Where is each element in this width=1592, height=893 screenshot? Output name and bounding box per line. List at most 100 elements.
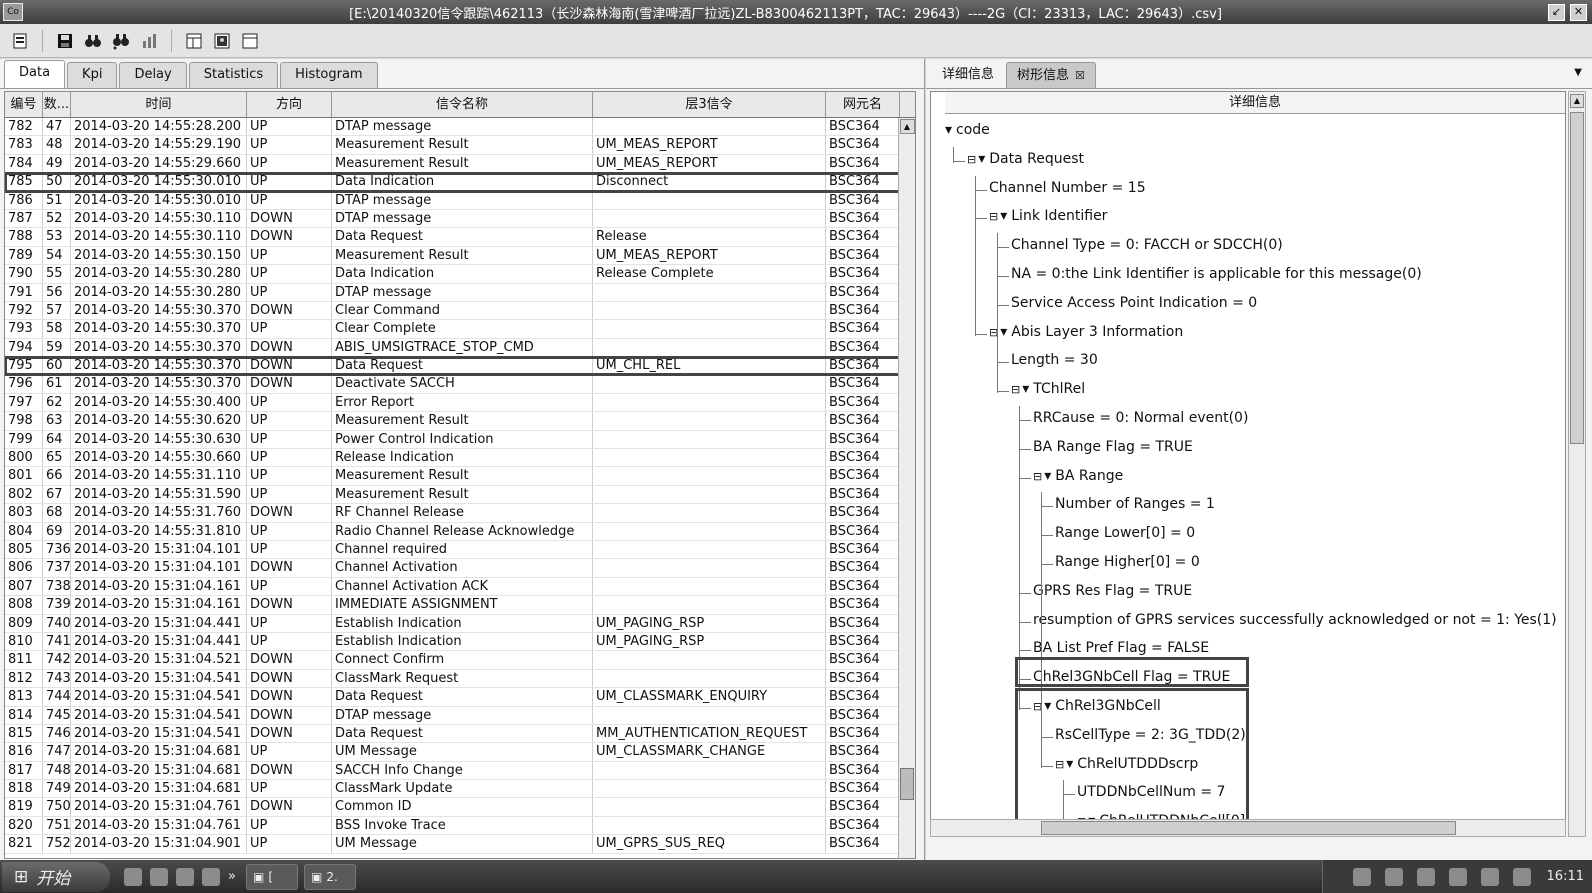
expand-arrow-icon[interactable]: ▾ bbox=[1044, 468, 1051, 484]
tree-node[interactable]: ▾ code bbox=[945, 122, 990, 138]
scroll-thumb[interactable] bbox=[1041, 821, 1456, 835]
tray-icon[interactable] bbox=[1416, 867, 1435, 886]
table-row[interactable]: 820 751 2014-03-20 15:31:04.761 UP BSS Invok… bbox=[5, 816, 915, 836]
table-row[interactable]: 808 739 2014-03-20 15:31:04.161 DOWN IMMEDIA… bbox=[5, 596, 915, 615]
quicklaunch-icon[interactable] bbox=[124, 867, 142, 886]
table-row[interactable]: 790 55 2014-03-20 14:55:30.280 UP Data Indic… bbox=[5, 265, 915, 284]
table-row[interactable]: 821 752 2014-03-20 15:31:04.901 UP UM Messag… bbox=[5, 835, 915, 854]
tray-icon[interactable] bbox=[1512, 867, 1531, 886]
tab-data[interactable]: Data bbox=[4, 60, 66, 88]
panel-menu-icon[interactable]: ▼ bbox=[1574, 67, 1582, 78]
col-header-direction[interactable]: 方向 bbox=[247, 92, 332, 117]
table-row[interactable]: 796 61 2014-03-20 14:55:30.370 DOWN Deactiva… bbox=[5, 375, 915, 394]
close-tab-icon[interactable]: ☒ bbox=[1075, 69, 1085, 82]
table-row[interactable]: 798 63 2014-03-20 14:55:30.620 UP Measuremen… bbox=[5, 412, 915, 431]
tree-node[interactable]: Channel Number = 15 bbox=[989, 180, 1146, 196]
tab-delay[interactable]: Delay bbox=[119, 62, 187, 88]
tree-hscrollbar[interactable] bbox=[930, 819, 1566, 837]
table-row[interactable]: 812 743 2014-03-20 15:31:04.541 DOWN ClassMa… bbox=[5, 669, 915, 689]
quicklaunch-icon[interactable] bbox=[150, 867, 168, 886]
table-row[interactable]: 815 746 2014-03-20 15:31:04.541 DOWN Data Re… bbox=[5, 724, 915, 744]
tray-icon[interactable] bbox=[1384, 867, 1403, 886]
scroll-up-icon[interactable]: ▲ bbox=[899, 119, 915, 134]
table-row[interactable]: 793 58 2014-03-20 14:55:30.370 UP Clear Comp… bbox=[5, 320, 915, 339]
table-row[interactable]: 813 744 2014-03-20 15:31:04.541 DOWN Data Re… bbox=[5, 688, 915, 707]
table-row[interactable]: 807 738 2014-03-20 15:31:04.161 UP Channel A… bbox=[5, 577, 915, 597]
tree-node[interactable]: ⊟ ▾ TChlRel bbox=[1011, 381, 1085, 397]
tree-node[interactable]: ⊟ ▾ Link Identifier bbox=[989, 208, 1107, 224]
window-icon[interactable] bbox=[238, 29, 262, 53]
find-next-icon[interactable] bbox=[109, 29, 133, 53]
taskbar-window-button[interactable]: ▣[ bbox=[245, 863, 298, 890]
quicklaunch-icon[interactable] bbox=[202, 867, 220, 886]
col-header-signal-name[interactable]: 信令名称 bbox=[332, 92, 593, 117]
tray-icon[interactable] bbox=[1480, 867, 1499, 886]
table-row[interactable]: 802 67 2014-03-20 14:55:31.590 UP Measuremen… bbox=[5, 485, 915, 505]
layout-icon[interactable] bbox=[182, 29, 206, 53]
col-header-id[interactable]: 编号 bbox=[5, 92, 43, 117]
table-row[interactable]: 804 69 2014-03-20 14:55:31.810 UP Radio Chan… bbox=[5, 522, 915, 541]
table-row[interactable]: 785 50 2014-03-20 14:55:30.010 UP Data Indic… bbox=[5, 172, 915, 193]
col-header-count[interactable]: 数... bbox=[43, 92, 71, 117]
expand-arrow-icon[interactable]: ▾ bbox=[978, 151, 985, 167]
new-doc-icon[interactable] bbox=[8, 29, 32, 53]
expand-arrow-icon[interactable]: ▾ bbox=[1000, 324, 1007, 340]
tree-node[interactable]: RRCause = 0: Normal event(0) bbox=[1033, 410, 1248, 426]
tree-node[interactable]: Length = 30 bbox=[1011, 352, 1098, 368]
close-button[interactable]: ✕ bbox=[1570, 3, 1587, 21]
table-row[interactable]: 797 62 2014-03-20 14:55:30.400 UP Error Repo… bbox=[5, 393, 915, 413]
start-button[interactable]: ⊞ 开始 bbox=[2, 861, 110, 892]
tree-node[interactable]: NA = 0:the Link Identifier is applicable… bbox=[1011, 266, 1422, 282]
col-header-layer3[interactable]: 层3信令 bbox=[593, 92, 826, 117]
quicklaunch-chevron[interactable]: » bbox=[228, 869, 236, 884]
table-row[interactable]: 783 48 2014-03-20 14:55:29.190 UP Measuremen… bbox=[5, 136, 915, 155]
taskbar-window-button[interactable]: ▣ 2. bbox=[303, 863, 356, 890]
tab-detail-info[interactable]: 详细信息 bbox=[932, 62, 1004, 88]
collapse-icon[interactable]: ⊟ bbox=[989, 210, 998, 223]
table-row[interactable]: 806 737 2014-03-20 15:31:04.101 DOWN Channel… bbox=[5, 559, 915, 578]
col-header-time[interactable]: 时间 bbox=[71, 92, 247, 117]
collapse-icon[interactable]: ⊟ bbox=[1033, 470, 1042, 483]
tree-vscrollbar[interactable]: ▲ bbox=[1568, 91, 1586, 837]
table-row[interactable]: 810 741 2014-03-20 15:31:04.441 UP Establish… bbox=[5, 632, 915, 652]
expand-arrow-icon[interactable]: ▾ bbox=[1022, 381, 1029, 397]
table-row[interactable]: 818 749 2014-03-20 15:31:04.681 UP ClassMark… bbox=[5, 780, 915, 799]
table-row[interactable]: 814 745 2014-03-20 15:31:04.541 DOWN DTAP me… bbox=[5, 706, 915, 725]
table-row[interactable]: 809 740 2014-03-20 15:31:04.441 UP Establish… bbox=[5, 614, 915, 633]
table-row[interactable]: 787 52 2014-03-20 14:55:30.110 DOWN DTAP mes… bbox=[5, 209, 915, 229]
save-icon[interactable] bbox=[53, 29, 77, 53]
table-row[interactable]: 789 54 2014-03-20 14:55:30.150 UP Measuremen… bbox=[5, 246, 915, 266]
scroll-thumb[interactable] bbox=[1570, 112, 1584, 444]
bar-chart-icon[interactable] bbox=[137, 29, 161, 53]
find-icon[interactable] bbox=[81, 29, 105, 53]
collapse-icon[interactable]: ⊟ bbox=[1011, 383, 1020, 396]
tab-kpi[interactable]: Kpi bbox=[67, 62, 118, 88]
tab-tree-info[interactable]: 树形信息 ☒ bbox=[1006, 62, 1096, 88]
expand-arrow-icon[interactable]: ▾ bbox=[945, 122, 952, 138]
tab-histogram[interactable]: Histogram bbox=[280, 62, 378, 88]
tree-node[interactable]: BA List Pref Flag = FALSE bbox=[1033, 640, 1209, 656]
restore-button[interactable]: ↙ bbox=[1548, 3, 1565, 21]
table-scrollbar[interactable]: ▲ bbox=[898, 118, 915, 858]
expand-arrow-icon[interactable]: ▾ bbox=[1000, 208, 1007, 224]
table-row[interactable]: 791 56 2014-03-20 14:55:30.280 UP DTAP messa… bbox=[5, 283, 915, 302]
tree-node[interactable]: Service Access Point Indication = 0 bbox=[1011, 295, 1257, 311]
col-header-ne-name[interactable]: 网元名 bbox=[826, 92, 900, 117]
table-row[interactable]: 803 68 2014-03-20 14:55:31.760 DOWN RF Chann… bbox=[5, 504, 915, 523]
tree-node[interactable]: ⊟ ▾ Data Request bbox=[967, 151, 1084, 167]
table-row[interactable]: 819 750 2014-03-20 15:31:04.761 DOWN Common … bbox=[5, 798, 915, 817]
table-row[interactable]: 800 65 2014-03-20 14:55:30.660 UP Release In… bbox=[5, 449, 915, 468]
table-row[interactable]: 795 60 2014-03-20 14:55:30.370 DOWN Data Req… bbox=[5, 356, 915, 377]
collapse-icon[interactable]: ⊟ bbox=[967, 153, 976, 166]
table-row[interactable]: 786 51 2014-03-20 14:55:30.010 UP DTAP messa… bbox=[5, 191, 915, 210]
table-row[interactable]: 816 747 2014-03-20 15:31:04.681 UP UM Messag… bbox=[5, 743, 915, 762]
scroll-thumb[interactable] bbox=[900, 768, 914, 800]
table-row[interactable]: 794 59 2014-03-20 14:55:30.370 DOWN ABIS_UMS… bbox=[5, 338, 915, 358]
tray-icon[interactable] bbox=[1448, 867, 1467, 886]
tab-statistics[interactable]: Statistics bbox=[188, 62, 279, 88]
table-row[interactable]: 782 47 2014-03-20 14:55:28.200 UP DTAP messa… bbox=[5, 118, 915, 137]
table-row[interactable]: 784 49 2014-03-20 14:55:29.660 UP Measuremen… bbox=[5, 154, 915, 174]
tray-icon[interactable] bbox=[1352, 867, 1371, 886]
tree-node[interactable]: GPRS Res Flag = TRUE bbox=[1033, 583, 1192, 599]
tree-node[interactable]: Number of Ranges = 1 bbox=[1055, 496, 1215, 512]
